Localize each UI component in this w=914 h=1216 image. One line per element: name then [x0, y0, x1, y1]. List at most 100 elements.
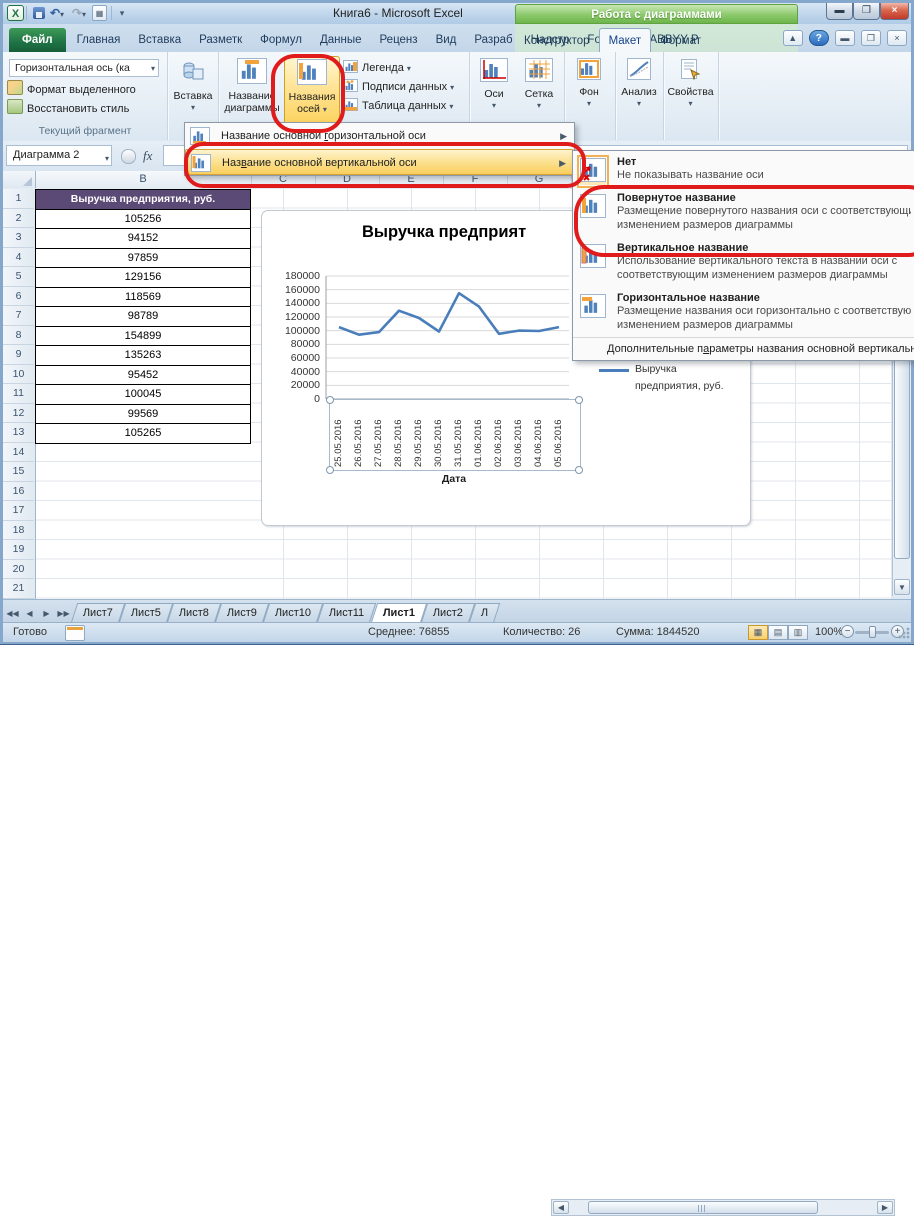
- selection-handle[interactable]: [326, 396, 334, 404]
- row-header-14[interactable]: 14: [3, 443, 34, 463]
- selection-handle[interactable]: [575, 466, 583, 474]
- sheet-tab-Лист1[interactable]: Лист1: [370, 603, 427, 623]
- workbook-minimize-icon[interactable]: ▬: [835, 30, 855, 46]
- chart-element-selector[interactable]: Горизонтальная ось (ка▾: [9, 59, 159, 77]
- cell-B3[interactable]: 94152: [35, 228, 251, 249]
- format-selection-button[interactable]: Формат выделенного: [7, 80, 136, 98]
- scroll-left-icon[interactable]: ◀: [553, 1201, 569, 1214]
- row-header-9[interactable]: 9: [3, 345, 34, 365]
- zoom-out-icon[interactable]: −: [841, 625, 854, 638]
- save-button[interactable]: [30, 5, 48, 21]
- row-header-16[interactable]: 16: [3, 482, 34, 502]
- legend-button[interactable]: Легенда ▾: [343, 59, 411, 78]
- next-sheet-icon[interactable]: ▶: [39, 606, 54, 623]
- collapse-ribbon-icon[interactable]: ▲: [783, 30, 803, 46]
- row-header-18[interactable]: 18: [3, 521, 34, 541]
- tab-Конструктор[interactable]: Конструктор: [515, 29, 599, 53]
- cell-B13[interactable]: 105265: [35, 423, 251, 444]
- row-header-13[interactable]: 13: [3, 423, 34, 443]
- sheet-tab-Лист7[interactable]: Лист7: [71, 603, 126, 623]
- cell-B7[interactable]: 98789: [35, 306, 251, 327]
- formula-options-icon[interactable]: [121, 149, 136, 164]
- scroll-down-icon[interactable]: ▼: [894, 579, 910, 595]
- row-header-10[interactable]: 10: [3, 365, 34, 385]
- chart-title[interactable]: Выручка предприят: [362, 223, 526, 242]
- tab-Вид[interactable]: Вид: [427, 28, 466, 52]
- tab-Главная[interactable]: Главная: [68, 28, 130, 52]
- cell-B2[interactable]: 105256: [35, 209, 251, 230]
- submenu-item-none[interactable]: НетНе показывать название оси: [573, 151, 914, 187]
- menu-item-axis-title-horizontal[interactable]: Название основной горизонтальной оси▶: [185, 123, 574, 149]
- row-header-19[interactable]: 19: [3, 540, 34, 560]
- minimize-button[interactable]: ▬: [826, 3, 853, 20]
- selection-handle[interactable]: [326, 466, 334, 474]
- sheet-tab-Лист9[interactable]: Лист9: [215, 603, 270, 623]
- tab-Макет[interactable]: Макет: [599, 28, 652, 53]
- prev-sheet-icon[interactable]: ◀: [22, 606, 37, 623]
- row-header-21[interactable]: 21: [3, 579, 34, 599]
- menu-item-axis-title-vertical[interactable]: Название основной вертикальной оси▶: [185, 149, 574, 175]
- tab-file[interactable]: Файл: [9, 28, 66, 53]
- page-break-view-icon[interactable]: ▥: [788, 625, 808, 640]
- row-header-11[interactable]: 11: [3, 384, 34, 404]
- tab-Реценз[interactable]: Реценз: [371, 28, 427, 52]
- scroll-right-icon[interactable]: ▶: [877, 1201, 893, 1214]
- submenu-item-vertical-title[interactable]: Вертикальное названиеИспользование верти…: [573, 237, 914, 287]
- sheet-tab-Л[interactable]: Л: [469, 603, 501, 623]
- cell-B9[interactable]: 135263: [35, 345, 251, 366]
- sheet-tab-Лист10[interactable]: Лист10: [263, 603, 324, 623]
- tab-Формул[interactable]: Формул: [251, 28, 311, 52]
- row-header-7[interactable]: 7: [3, 306, 34, 326]
- row-header-20[interactable]: 20: [3, 560, 34, 580]
- page-layout-view-icon[interactable]: ▤: [768, 625, 788, 640]
- row-header-5[interactable]: 5: [3, 267, 34, 287]
- name-box[interactable]: Диаграмма 2▾: [6, 145, 112, 166]
- excel-app-icon[interactable]: X: [7, 5, 24, 21]
- selection-handle[interactable]: [575, 396, 583, 404]
- axes-button[interactable]: Оси▾: [473, 56, 515, 112]
- data-table-button[interactable]: Таблица данных ▾: [343, 97, 453, 116]
- close-button[interactable]: ×: [880, 3, 909, 20]
- row-header-6[interactable]: 6: [3, 287, 34, 307]
- sheet-tab-Лист11[interactable]: Лист11: [317, 603, 377, 623]
- maximize-button[interactable]: ❒: [853, 3, 880, 20]
- tab-Разметк[interactable]: Разметк: [190, 28, 251, 52]
- row-header-1[interactable]: 1: [3, 189, 34, 209]
- submenu-item-rotated-title[interactable]: Повернутое названиеРазмещение повернутог…: [573, 187, 914, 237]
- cell-B4[interactable]: 97859: [35, 248, 251, 269]
- row-header-15[interactable]: 15: [3, 462, 34, 482]
- insert-shapes-button[interactable]: Вставка▾: [172, 56, 214, 114]
- workbook-close-icon[interactable]: ×: [887, 30, 907, 46]
- resize-grip[interactable]: [897, 626, 910, 639]
- properties-button[interactable]: Свойства▾: [667, 56, 714, 110]
- cell-B1[interactable]: Выручка предприятия, руб.: [35, 189, 251, 210]
- horizontal-scroll-thumb[interactable]: [588, 1201, 818, 1214]
- reset-style-button[interactable]: Восстановить стиль: [7, 99, 129, 117]
- zoom-slider-handle[interactable]: [869, 626, 876, 638]
- tab-Данные[interactable]: Данные: [311, 28, 371, 52]
- sheet-tab-Лист8[interactable]: Лист8: [167, 603, 222, 623]
- sheet-tab-Лист2[interactable]: Лист2: [421, 603, 476, 623]
- cell-B8[interactable]: 154899: [35, 326, 251, 347]
- normal-view-icon[interactable]: ▦: [748, 625, 768, 640]
- cell-B5[interactable]: 129156: [35, 267, 251, 288]
- cell-B6[interactable]: 118569: [35, 287, 251, 308]
- print-preview-button[interactable]: ▦: [92, 5, 107, 21]
- gridlines-button[interactable]: Сетка▾: [518, 56, 560, 112]
- redo-button[interactable]: ↷▾: [70, 5, 88, 21]
- row-header-8[interactable]: 8: [3, 326, 34, 346]
- tab-Разраб[interactable]: Разраб: [465, 28, 521, 52]
- horizontal-scrollbar[interactable]: ◀ ▶: [551, 1199, 895, 1216]
- cell-B11[interactable]: 100045: [35, 384, 251, 405]
- analysis-button[interactable]: Анализ▾: [618, 56, 660, 110]
- revenue-series-line[interactable]: [339, 293, 559, 335]
- row-header-12[interactable]: 12: [3, 404, 34, 424]
- select-all-corner[interactable]: [3, 171, 36, 188]
- data-labels-button[interactable]: Подписи данных ▾: [343, 78, 454, 97]
- row-header-3[interactable]: 3: [3, 228, 34, 248]
- help-icon[interactable]: ?: [809, 30, 829, 46]
- row-header-4[interactable]: 4: [3, 248, 34, 268]
- customize-qat-button[interactable]: ▾: [113, 5, 131, 21]
- row-header-2[interactable]: 2: [3, 209, 34, 229]
- last-sheet-icon[interactable]: ▶▶: [56, 606, 71, 623]
